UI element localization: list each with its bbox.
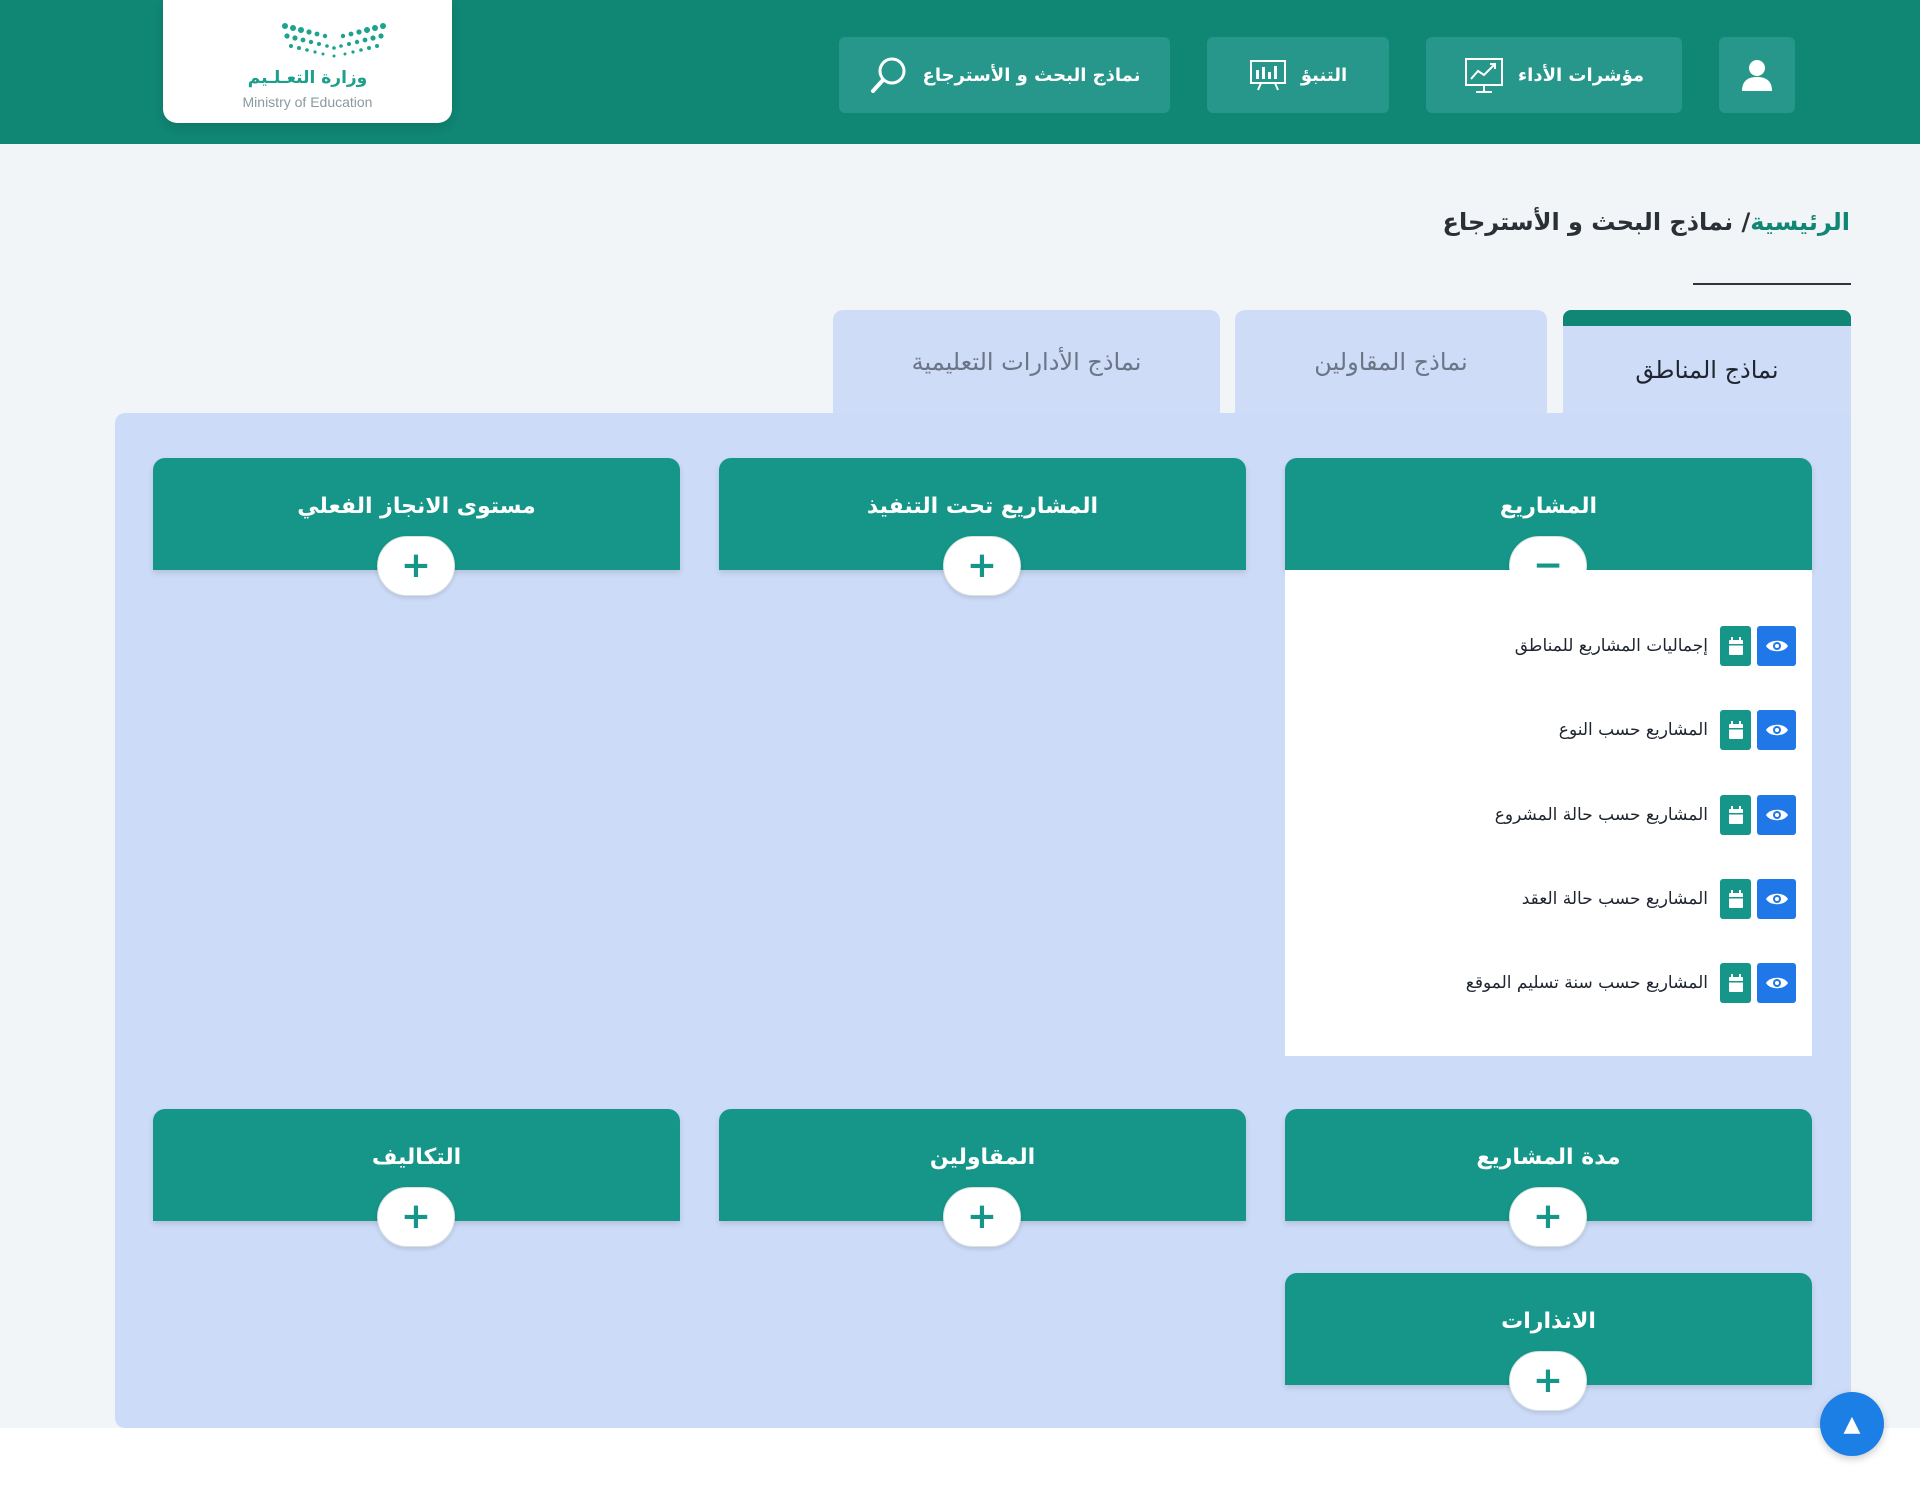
- card-projects: المشاريع −: [1285, 458, 1812, 596]
- schedule-report-button[interactable]: [1720, 795, 1751, 835]
- report-row: المشاريع حسب النوع: [1559, 710, 1796, 750]
- calendar-icon: [1728, 890, 1743, 908]
- schedule-report-button[interactable]: [1720, 626, 1751, 666]
- nav-prediction-label: التنبؤ: [1300, 64, 1348, 86]
- breadcrumb-separator: /: [1741, 208, 1751, 236]
- schedule-report-button[interactable]: [1720, 879, 1751, 919]
- user-profile-button[interactable]: [1719, 37, 1795, 113]
- card-warnings: الانذارات +: [1285, 1273, 1812, 1411]
- view-report-button[interactable]: [1757, 710, 1796, 750]
- card-under-execution-expand-button[interactable]: +: [943, 536, 1021, 596]
- arrow-up-icon: ▲: [1843, 1411, 1861, 1437]
- view-report-button[interactable]: [1757, 879, 1796, 919]
- report-row: إجماليات المشاريع للمناطق: [1515, 626, 1796, 666]
- nav-prediction-button[interactable]: التنبؤ: [1207, 37, 1389, 113]
- breadcrumb-underline: [1693, 283, 1851, 285]
- eye-icon: [1765, 640, 1788, 652]
- report-label[interactable]: المشاريع حسب سنة تسليم الموقع: [1466, 973, 1708, 993]
- top-header: وزارة التعـلـيم Ministry of Education نم…: [0, 0, 1920, 144]
- report-label[interactable]: المشاريع حسب حالة العقد: [1522, 889, 1708, 909]
- report-label[interactable]: المشاريع حسب حالة المشروع: [1495, 805, 1708, 825]
- report-row: المشاريع حسب سنة تسليم الموقع: [1466, 963, 1796, 1003]
- nav-performance-label: مؤشرات الأداء: [1517, 64, 1645, 86]
- eye-icon: [1765, 724, 1788, 736]
- card-contractors-title: المقاولين: [929, 1145, 1036, 1170]
- card-project-duration: مدة المشاريع +: [1285, 1109, 1812, 1247]
- card-warnings-title: الانذارات: [1501, 1309, 1596, 1334]
- ministry-logo[interactable]: وزارة التعـلـيم Ministry of Education: [163, 0, 452, 123]
- card-costs-expand-button[interactable]: +: [377, 1187, 455, 1247]
- eye-icon: [1765, 977, 1788, 989]
- card-under-execution-title: المشاريع تحت التنفيذ: [866, 494, 1099, 519]
- view-report-button[interactable]: [1757, 626, 1796, 666]
- logo-dots-icon: [282, 23, 386, 58]
- view-report-button[interactable]: [1757, 795, 1796, 835]
- nav-search-models-label: نماذج البحث و الأسترجاع: [922, 64, 1141, 86]
- breadcrumb-home-link[interactable]: الرئيسية: [1750, 208, 1850, 236]
- card-projects-body: إجماليات المشاريع للمناطق المشاريع حسب ا…: [1285, 570, 1812, 1056]
- tab-contractors-models-label: نماذج المقاولين: [1314, 348, 1468, 376]
- eye-icon: [1765, 893, 1788, 905]
- card-project-duration-expand-button[interactable]: +: [1509, 1187, 1587, 1247]
- tab-education-departments-models[interactable]: نماذج الأدارات التعليمية: [833, 310, 1220, 414]
- tab-education-departments-models-label: نماذج الأدارات التعليمية: [911, 348, 1142, 376]
- card-achievement-level-title: مستوى الانجاز الفعلي: [297, 494, 536, 519]
- search-icon: [870, 57, 906, 93]
- view-report-button[interactable]: [1757, 963, 1796, 1003]
- logo-text-arabic: وزارة التعـلـيم: [247, 68, 368, 88]
- chart-board-icon: [1249, 60, 1286, 91]
- card-costs: التكاليف +: [153, 1109, 680, 1247]
- report-row: المشاريع حسب حالة العقد: [1522, 879, 1796, 919]
- calendar-icon: [1728, 806, 1743, 824]
- eye-icon: [1765, 809, 1788, 821]
- breadcrumb: الرئيسية/ نماذج البحث و الأسترجاع: [1443, 208, 1850, 236]
- report-row: المشاريع حسب حالة المشروع: [1495, 795, 1796, 835]
- tab-regions-models-label: نماذج المناطق: [1635, 356, 1779, 384]
- schedule-report-button[interactable]: [1720, 710, 1751, 750]
- page: وزارة التعـلـيم Ministry of Education نم…: [0, 0, 1920, 1492]
- card-warnings-expand-button[interactable]: +: [1509, 1351, 1587, 1411]
- calendar-icon: [1728, 721, 1743, 739]
- card-costs-title: التكاليف: [371, 1145, 462, 1170]
- tab-contractors-models[interactable]: نماذج المقاولين: [1235, 310, 1547, 414]
- calendar-icon: [1728, 974, 1743, 992]
- card-under-execution: المشاريع تحت التنفيذ +: [719, 458, 1246, 596]
- tab-regions-models[interactable]: نماذج المناطق: [1563, 310, 1851, 414]
- calendar-icon: [1728, 637, 1743, 655]
- user-icon: [1742, 60, 1772, 91]
- nav-search-models-button[interactable]: نماذج البحث و الأسترجاع: [839, 37, 1170, 113]
- card-projects-title: المشاريع: [1499, 494, 1598, 519]
- logo-text-english: Ministry of Education: [242, 94, 373, 110]
- report-label[interactable]: المشاريع حسب النوع: [1559, 720, 1708, 740]
- breadcrumb-current: نماذج البحث و الأسترجاع: [1442, 208, 1734, 236]
- report-label[interactable]: إجماليات المشاريع للمناطق: [1515, 636, 1708, 656]
- nav-performance-button[interactable]: مؤشرات الأداء: [1426, 37, 1682, 113]
- schedule-report-button[interactable]: [1720, 963, 1751, 1003]
- card-achievement-level-expand-button[interactable]: +: [377, 536, 455, 596]
- performance-chart-icon: [1464, 58, 1503, 93]
- card-contractors-expand-button[interactable]: +: [943, 1187, 1021, 1247]
- card-achievement-level: مستوى الانجاز الفعلي +: [153, 458, 680, 596]
- card-contractors: المقاولين +: [719, 1109, 1246, 1247]
- card-project-duration-title: مدة المشاريع: [1476, 1145, 1621, 1170]
- scroll-to-top-button[interactable]: ▲: [1820, 1392, 1884, 1456]
